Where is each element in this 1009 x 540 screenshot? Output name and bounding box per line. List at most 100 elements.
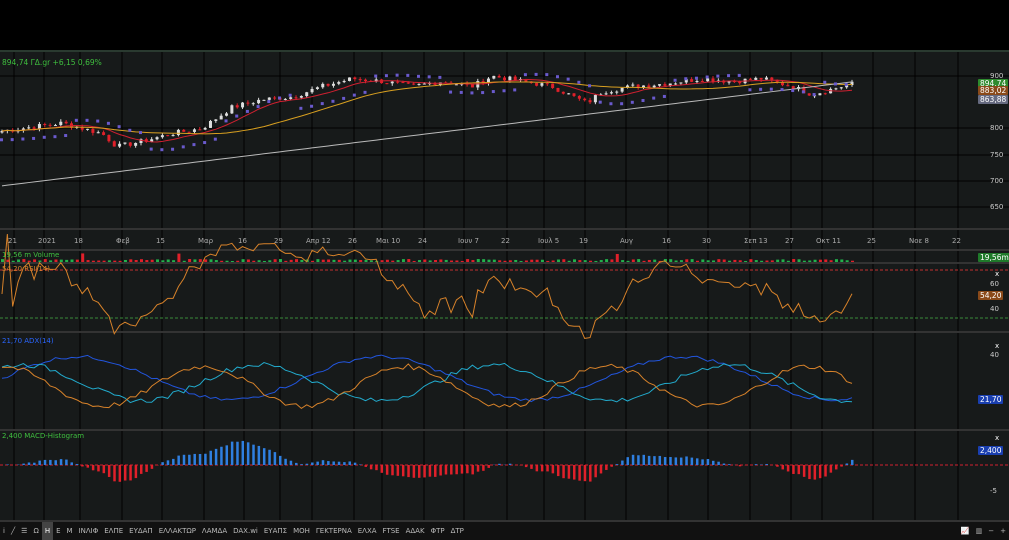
chart-svg[interactable] — [0, 50, 1009, 522]
volume-bar — [728, 260, 732, 262]
sar-dot — [470, 91, 474, 95]
volume-bar — [417, 260, 421, 262]
sar-dot — [727, 74, 731, 78]
candle-body — [609, 92, 613, 94]
candle-body — [166, 135, 170, 137]
plus-di-line — [1, 361, 853, 404]
volume-bar — [182, 260, 186, 262]
volume-bar — [535, 259, 539, 262]
volume-bar — [193, 259, 197, 262]
macd-bar — [674, 457, 678, 465]
toolbar-symbol[interactable]: ΕΥΑΠΣ — [261, 522, 290, 540]
toolbar-symbol[interactable]: ΛΑΜΔΑ — [199, 522, 230, 540]
macd-bar — [562, 465, 565, 479]
toolbar-symbol[interactable]: ΕΛΧΑ — [355, 522, 380, 540]
rsi-axis-label: 40 — [990, 305, 999, 313]
candle-body — [310, 88, 314, 93]
toolbar-symbol[interactable]: ΜΟΗ — [290, 522, 313, 540]
candle-body — [754, 77, 758, 80]
candle-body — [454, 84, 458, 86]
macd-bar — [295, 462, 298, 465]
candle-body — [192, 129, 196, 132]
close-macd-icon[interactable]: x — [995, 434, 999, 442]
volume-bar — [49, 260, 53, 262]
toolbar-symbol[interactable]: FTSE — [380, 522, 403, 540]
macd-bar — [498, 463, 501, 465]
volume-bar — [380, 260, 384, 262]
toolbar-symbol[interactable]: ΕΥΔΑΠ — [126, 522, 156, 540]
sar-dot — [406, 73, 410, 77]
toolbar-symbol[interactable]: ΙΝΛΙΦ — [76, 522, 102, 540]
info-icon[interactable]: i — [0, 522, 8, 540]
toolbar-symbol[interactable]: Η — [41, 522, 54, 540]
sar-dot — [53, 135, 57, 139]
toolbar-symbol[interactable]: Ω — [30, 522, 41, 540]
volume-bar — [621, 260, 625, 262]
volume-bars-icon[interactable]: ▥ — [973, 522, 986, 540]
bottom-toolbar: i ╱ ☰ Ω Η Ε Μ ΙΝΛΙΦ ΕΛΠΕ ΕΥΔΑΠ ΕΛΛΑΚΤΩΡ ΛΑΜΔΑ DAX… — [0, 522, 1009, 540]
volume-bar — [369, 260, 373, 262]
date-axis-label: 19 — [579, 237, 588, 245]
toolbar-symbol[interactable]: Ε — [53, 522, 63, 540]
candle-body — [764, 77, 768, 80]
close-adx-icon[interactable]: x — [995, 342, 999, 350]
date-axis-label: Φεβ — [116, 237, 130, 245]
zoom-in-icon[interactable]: + — [997, 522, 1009, 540]
toolbar-symbol[interactable]: ΕΛΛΑΚΤΩΡ — [156, 522, 199, 540]
sar-dot — [791, 89, 795, 93]
zoom-out-icon[interactable]: − — [985, 522, 997, 540]
volume-bar — [589, 260, 593, 262]
candle-body — [353, 77, 357, 80]
candle-body — [241, 102, 245, 108]
date-axis-label: 27 — [785, 237, 794, 245]
sar-dot — [780, 88, 784, 92]
sar-dot — [705, 75, 709, 79]
candle-body — [412, 83, 416, 85]
candle-body — [422, 83, 426, 85]
volume-bar — [43, 259, 47, 262]
quote-header: 894,74 ΓΔ.gr +6,15 0,69% — [2, 58, 102, 67]
sar-dot — [203, 141, 207, 145]
menu-lines-icon[interactable]: ☰ — [18, 522, 30, 540]
macd-bar — [824, 465, 827, 477]
sar-dot — [759, 87, 763, 91]
macd-bar — [834, 465, 838, 470]
volume-bar — [695, 260, 699, 262]
macd-bar — [396, 465, 400, 476]
close-rsi-icon[interactable]: x — [995, 270, 999, 278]
toolbar-symbol[interactable]: ΔΤΡ — [448, 522, 467, 540]
toolbar-symbol[interactable]: Μ — [64, 522, 76, 540]
macd-bar — [91, 465, 95, 471]
macd-bar — [70, 462, 73, 465]
macd-label: 2,400 MACD-Histogram — [2, 432, 85, 440]
draw-line-icon[interactable]: ╱ — [8, 522, 18, 540]
toolbar-symbol[interactable]: ΦΤΡ — [428, 522, 448, 540]
volume-bar — [113, 260, 117, 262]
candle-body — [160, 135, 164, 138]
macd-bar — [776, 465, 779, 467]
candle-body — [535, 83, 539, 86]
candle-body — [214, 119, 218, 121]
macd-bar — [589, 465, 592, 482]
candle-body — [497, 75, 501, 78]
date-axis-label: 16 — [238, 237, 247, 245]
sar-dot — [833, 82, 837, 86]
toolbar-symbol[interactable]: DAX.wi — [230, 522, 261, 540]
chart-type-icon[interactable]: 📈 — [958, 522, 973, 540]
date-axis-label: 21 — [8, 237, 17, 245]
toolbar-symbol[interactable]: ΕΛΠΕ — [101, 522, 126, 540]
macd-bar — [150, 465, 154, 469]
volume-bar — [556, 259, 560, 262]
candle-body — [289, 97, 293, 99]
macd-bar — [690, 457, 694, 465]
date-axis-label: Απρ 12 — [306, 237, 331, 245]
candle-body — [123, 142, 127, 144]
macd-bar — [300, 464, 303, 465]
toolbar-symbol[interactable]: ΓΕΚΤΕΡΝΑ — [313, 522, 355, 540]
macd-bar — [439, 465, 442, 476]
macd-bar — [471, 465, 474, 475]
volume-bar — [712, 260, 716, 262]
macd-bar — [75, 463, 79, 465]
toolbar-symbol[interactable]: ΑΔΑΚ — [403, 522, 428, 540]
sar-dot — [534, 72, 538, 76]
